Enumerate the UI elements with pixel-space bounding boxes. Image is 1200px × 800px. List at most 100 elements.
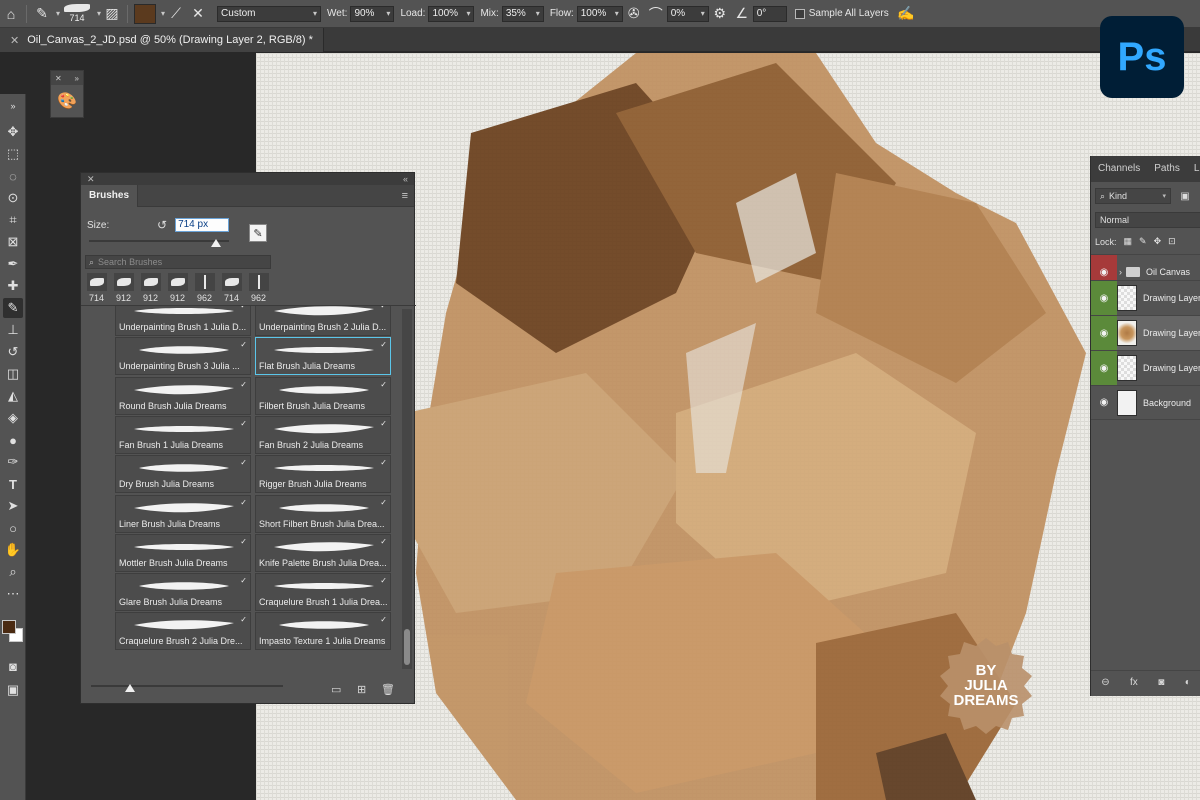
reset-icon[interactable]: ↺ — [157, 218, 167, 232]
collapse-icon[interactable]: « — [403, 174, 408, 184]
brush-preset[interactable]: ✓ Rigger Brush Julia Dreams — [255, 455, 391, 494]
path-select-icon[interactable]: ➤ — [3, 496, 23, 516]
smoothing-field[interactable]: 0% ▾ — [666, 5, 709, 22]
shape-icon[interactable]: ○ — [3, 518, 23, 538]
brush-preset[interactable]: ✓ Flat Brush Julia Dreams — [255, 337, 391, 376]
healing-icon[interactable]: ✚ — [3, 276, 23, 296]
image-filter-icon[interactable]: ▣ — [1177, 188, 1193, 204]
document-tab[interactable]: ✕ Oil_Canvas_2_JD.psd @ 50% (Drawing Lay… — [0, 28, 324, 52]
history-brush-icon[interactable]: ↺ — [3, 342, 23, 362]
brush-preset[interactable]: ✓ Liner Brush Julia Dreams — [115, 494, 251, 533]
sample-all-layers-checkbox[interactable] — [794, 8, 805, 19]
brush-preset[interactable]: ✓ Knife Palette Brush Julia Drea... — [255, 533, 391, 572]
chevron-down-icon[interactable]: ▾ — [56, 9, 60, 18]
tab-brushes[interactable]: Brushes — [81, 184, 139, 207]
palette-icon[interactable]: 🎨 — [51, 85, 83, 117]
folder-icon[interactable]: ▭ — [331, 683, 341, 696]
pen-icon[interactable]: ✑ — [3, 452, 23, 472]
recent-brush[interactable]: 962 — [191, 273, 218, 303]
brush-preset[interactable]: ✓ Craquelure Brush 1 Julia Drea... — [255, 573, 391, 612]
visibility-eye-icon[interactable]: ◉ — [1091, 385, 1117, 420]
chevron-right-icon[interactable]: › — [1119, 267, 1122, 277]
brush-preset[interactable]: ✓ Glare Brush Julia Dreams — [115, 573, 251, 612]
brush-preset[interactable]: ✓ Underpainting Brush 2 Julia D... — [255, 306, 391, 336]
mix-field[interactable]: 35% ▾ — [501, 5, 544, 22]
toggle-brush-settings-icon[interactable]: ✎ — [249, 224, 267, 242]
clean-brush-icon[interactable]: ✕ — [187, 3, 209, 25]
tab-channels[interactable]: Channels — [1091, 156, 1147, 182]
collapse-icon[interactable]: » — [3, 96, 23, 116]
layer-row[interactable]: ◉ Drawing Layer — [1091, 350, 1200, 386]
mask-icon[interactable]: ◙ — [1158, 677, 1164, 688]
home-icon[interactable]: ⌂ — [0, 3, 22, 25]
crop-icon[interactable]: ⌗ — [3, 210, 23, 230]
zoom-icon[interactable]: ⌕ — [3, 562, 23, 582]
size-slider[interactable] — [89, 239, 229, 247]
size-input[interactable]: 714 px — [175, 218, 230, 232]
lasso-icon[interactable]: ◌ — [3, 166, 23, 186]
pressure-size-icon[interactable]: ✍ — [895, 3, 917, 25]
layer-row[interactable]: ◉ Background — [1091, 385, 1200, 420]
hand-icon[interactable]: ✋ — [3, 540, 23, 560]
more-tools-icon[interactable]: ⋯ — [3, 584, 23, 604]
foreground-color-swatch[interactable] — [2, 620, 16, 634]
lock-transparency-icon[interactable]: ▦ — [1124, 236, 1133, 247]
blur-icon[interactable]: ◈ — [3, 408, 23, 428]
close-icon[interactable]: ✕ — [87, 174, 95, 185]
quick-mask-icon[interactable]: ◙ — [3, 656, 23, 676]
layer-row[interactable]: ◉ Drawing Layer — [1091, 315, 1200, 351]
eraser-icon[interactable]: ◫ — [3, 364, 23, 384]
visibility-eye-icon[interactable]: ◉ — [1091, 280, 1117, 316]
expand-icon[interactable]: » — [75, 74, 79, 83]
brush-settings-icon[interactable]: ▨ — [101, 3, 123, 25]
brush-preset[interactable]: ✓ Filbert Brush Julia Dreams — [255, 376, 391, 415]
lock-paint-icon[interactable]: ✎ — [1139, 236, 1147, 247]
recent-brush[interactable]: 962 — [245, 273, 272, 303]
flow-field[interactable]: 100% ▾ — [576, 5, 623, 22]
stamp-icon[interactable]: ⊥ — [3, 320, 23, 340]
recent-brush[interactable]: 714 — [83, 273, 110, 303]
adjustment-icon[interactable]: ◐ — [1185, 677, 1191, 688]
brush-preset[interactable]: ✓ Underpainting Brush 3 Julia ... — [115, 337, 251, 376]
type-icon[interactable]: T — [3, 474, 23, 494]
mixer-brush-tool-icon[interactable]: ✎ — [31, 3, 53, 25]
load-brush-icon[interactable]: ⟋ — [165, 3, 187, 25]
tab-paths[interactable]: Paths — [1147, 156, 1187, 182]
slider-thumb[interactable] — [125, 684, 135, 692]
mix-preset-select[interactable]: Custom ▾ — [217, 5, 322, 22]
layer-row[interactable]: ◉ Drawing Layer — [1091, 280, 1200, 316]
slider-thumb[interactable] — [211, 239, 221, 247]
filter-kind-select[interactable]: ⌕ Kind ▾ — [1095, 188, 1171, 204]
angle-field[interactable]: 0° — [752, 5, 787, 22]
brush-preset[interactable]: ✓ Impasto Texture 1 Julia Dreams — [255, 612, 391, 651]
visibility-eye-icon[interactable]: ◉ — [1091, 350, 1117, 386]
visibility-eye-icon[interactable]: ◉ — [1091, 315, 1117, 351]
brush-preset[interactable]: ✓ Craquelure Brush 2 Julia Dre... — [115, 612, 251, 651]
panel-menu-icon[interactable]: ≡ — [402, 190, 408, 202]
lock-artboard-icon[interactable]: ⊡ — [1168, 236, 1176, 247]
recent-brush[interactable]: 912 — [137, 273, 164, 303]
link-icon[interactable]: ⊖ — [1101, 677, 1109, 688]
tab-layers[interactable]: L — [1187, 156, 1200, 182]
current-paint-swatch[interactable] — [134, 3, 157, 24]
lock-position-icon[interactable]: ✥ — [1154, 236, 1162, 247]
brush-icon[interactable]: ✎ — [3, 298, 23, 318]
move-icon[interactable]: ✥ — [3, 122, 23, 142]
brush-preset[interactable]: ✓ Dry Brush Julia Dreams — [115, 455, 251, 494]
eyedropper-icon[interactable]: ✒ — [3, 254, 23, 274]
recent-brush[interactable]: 714 — [218, 273, 245, 303]
quick-select-icon[interactable]: ⊙ — [3, 188, 23, 208]
gear-icon[interactable]: ⚙ — [709, 3, 731, 25]
load-field[interactable]: 100% ▾ — [428, 5, 475, 22]
recent-brush[interactable]: 912 — [110, 273, 137, 303]
brush-preset[interactable]: ✓ Short Filbert Brush Julia Drea... — [255, 494, 391, 533]
wet-field[interactable]: 90% ▾ — [350, 5, 395, 22]
brush-preset[interactable]: ✓ Fan Brush 2 Julia Dreams — [255, 415, 391, 454]
brush-preset-picker[interactable]: 714 — [64, 4, 91, 23]
screen-mode-icon[interactable]: ▣ — [3, 680, 23, 700]
brush-preset[interactable]: ✓ Fan Brush 1 Julia Dreams — [115, 415, 251, 454]
scrollbar-thumb[interactable] — [404, 629, 410, 665]
blend-mode-select[interactable]: Normal — [1095, 212, 1200, 228]
fx-icon[interactable]: fx — [1130, 677, 1138, 688]
brush-preset[interactable]: ✓ Mottler Brush Julia Dreams — [115, 533, 251, 572]
